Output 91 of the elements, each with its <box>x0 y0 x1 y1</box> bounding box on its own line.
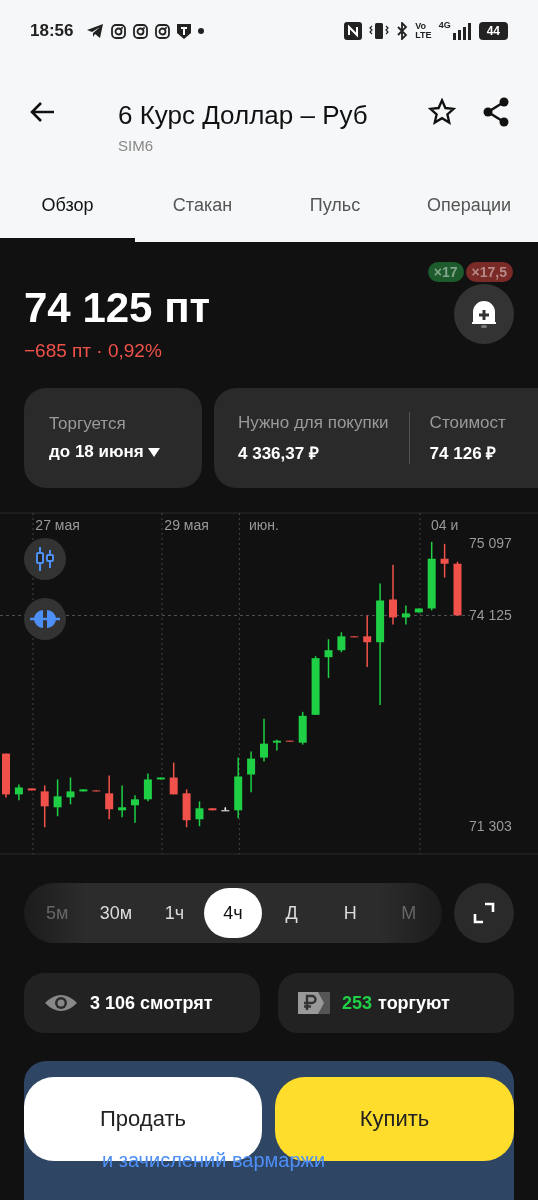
candle <box>40 784 49 828</box>
date-label: 29 мая <box>164 517 209 533</box>
vibrate-icon <box>369 22 390 40</box>
candle <box>53 778 62 818</box>
ticker-text: SIM6 <box>118 137 154 154</box>
candle <box>131 794 139 824</box>
candle <box>234 756 243 819</box>
date-label: июн. <box>249 517 279 533</box>
bluetooth-icon <box>396 22 409 40</box>
candle <box>143 772 152 803</box>
price-change: −685 пт · 0,92% <box>24 340 163 362</box>
signal-icon <box>451 22 472 40</box>
candle <box>221 806 230 812</box>
candle <box>92 789 101 793</box>
bell-plus-icon <box>469 299 499 329</box>
traders-label: торгуют <box>378 992 450 1014</box>
candle <box>208 807 217 812</box>
nfc-icon <box>344 22 363 40</box>
camera-icon <box>155 23 171 39</box>
candle <box>401 604 410 626</box>
star-icon <box>428 98 456 126</box>
date-label: 27 мая <box>35 517 80 533</box>
timeframe-tab[interactable]: 1ч <box>145 888 204 938</box>
price-label: 71 303 <box>469 818 512 835</box>
leverage-badge: ×17,5 <box>465 262 513 282</box>
candle <box>195 800 204 827</box>
compare-button[interactable] <box>24 598 66 640</box>
timeframe-tab[interactable]: 4ч <box>203 888 263 938</box>
shield-icon <box>177 23 192 39</box>
candle <box>440 543 449 579</box>
candles-icon <box>34 546 56 572</box>
camera-icon <box>111 23 127 39</box>
split-circle-icon <box>29 608 61 630</box>
candle <box>311 655 320 716</box>
candle <box>156 776 165 781</box>
candle <box>247 750 256 794</box>
date-label: 04 и <box>430 517 459 533</box>
volte-text: Vo LTE <box>415 22 432 40</box>
tab[interactable]: Стакан <box>135 172 270 242</box>
candle <box>79 788 88 793</box>
candle <box>14 783 23 802</box>
add-alert-button[interactable] <box>454 284 514 344</box>
candle <box>2 752 10 799</box>
candle <box>66 776 75 806</box>
traders-count: 253 <box>342 992 373 1014</box>
instrument-title: 6 Курс Доллар – Руб <box>118 100 369 131</box>
ruble-tag-icon <box>298 990 330 1016</box>
candle <box>27 787 36 792</box>
candle <box>182 788 191 828</box>
candle <box>389 563 397 626</box>
candle <box>272 738 281 752</box>
cost-value: 74 126 ₽ <box>429 442 498 464</box>
candle <box>169 761 178 796</box>
share-icon <box>482 97 510 127</box>
caret-down-icon <box>148 448 161 457</box>
candle <box>298 711 307 746</box>
candle <box>427 541 436 612</box>
cost-label: Стоимост <box>429 412 506 433</box>
network-text: 4G <box>438 20 451 30</box>
candle <box>105 774 114 820</box>
candle <box>453 560 462 617</box>
status-time: 18:56 <box>30 21 74 41</box>
price-label: 74 125 <box>469 607 512 624</box>
tab[interactable]: Операции <box>400 172 538 242</box>
candle <box>324 638 333 679</box>
cost-value: 4 336,37 ₽ <box>238 442 320 464</box>
candle <box>118 784 127 818</box>
candle <box>350 635 359 639</box>
candle <box>337 631 346 653</box>
candle <box>363 614 372 668</box>
dot-icon <box>198 28 205 34</box>
battery-indicator: 44 <box>478 22 508 40</box>
arrow-left-icon <box>29 101 55 123</box>
price-label: 75 097 <box>469 534 512 551</box>
timeframe-tab[interactable]: 30м <box>86 888 146 938</box>
price-value: 74 125 пт <box>24 284 211 332</box>
expand-icon <box>473 902 495 924</box>
candle <box>260 718 268 763</box>
watchers-text: 3 106 смотрят <box>90 992 213 1014</box>
leverage-badge: ×17 <box>427 262 464 282</box>
cost-label: Нужно для покупки <box>238 412 389 433</box>
expiry-selector[interactable]: Торгуется до 18 июня <box>24 388 202 488</box>
candle <box>285 739 294 743</box>
candle <box>414 607 423 614</box>
telegram-icon <box>86 23 105 39</box>
timeframe-tab[interactable]: Д <box>262 888 321 938</box>
camera-icon <box>133 23 149 39</box>
eye-icon <box>44 993 78 1013</box>
candles-button[interactable] <box>24 538 66 580</box>
timeframe-tab[interactable]: Н <box>320 888 380 938</box>
tab[interactable]: Пульс <box>270 172 400 242</box>
